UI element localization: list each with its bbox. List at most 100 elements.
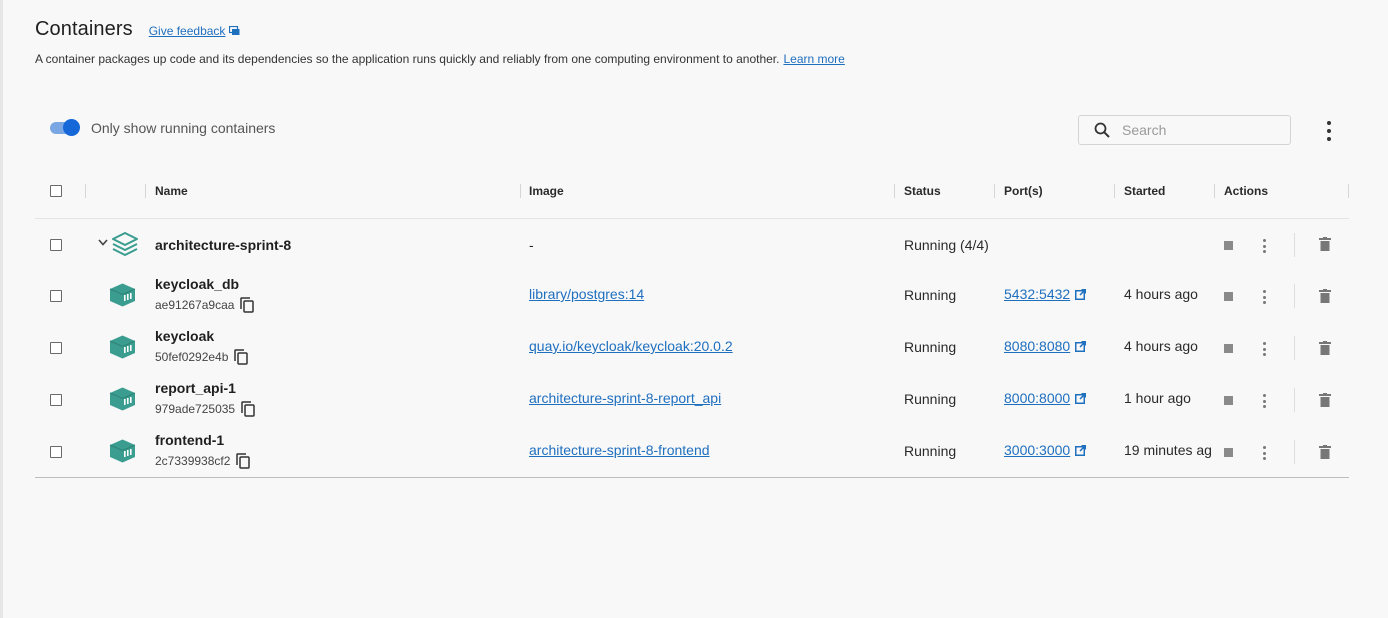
table-row[interactable]: report_api-1 979ade725035 architecture-s… — [35, 374, 1349, 426]
page-description: A container packages up code and its dep… — [35, 52, 845, 66]
container-started: 4 hours ago — [1124, 286, 1198, 302]
port-link[interactable]: 3000:3000 — [1004, 442, 1070, 458]
running-only-toggle[interactable] — [50, 119, 80, 136]
image-link[interactable]: architecture-sprint-8-report_api — [529, 390, 721, 406]
table-row[interactable]: keycloak 50fef0292e4b quay.io/keycloak/k… — [35, 322, 1349, 374]
search-box — [1078, 115, 1291, 145]
column-name[interactable]: Name — [155, 172, 188, 210]
container-id: 2c7339938cf2 — [155, 454, 231, 468]
image-link[interactable]: library/postgres:14 — [529, 286, 644, 302]
feedback-icon — [229, 26, 240, 35]
port-link[interactable]: 8080:8080 — [1004, 338, 1070, 354]
action-divider — [1294, 388, 1295, 412]
copy-icon[interactable] — [241, 401, 255, 417]
external-link-icon[interactable] — [1075, 340, 1087, 352]
column-divider — [894, 184, 895, 198]
trash-icon[interactable] — [1319, 289, 1331, 303]
stop-icon[interactable] — [1224, 241, 1233, 250]
container-started: 4 hours ago — [1124, 338, 1198, 354]
action-divider — [1294, 336, 1295, 360]
toggle-knob — [63, 119, 80, 136]
trash-icon[interactable] — [1319, 445, 1331, 459]
action-divider — [1294, 440, 1295, 464]
row-menu-icon[interactable] — [1262, 290, 1266, 304]
column-divider — [85, 184, 86, 198]
container-rows: keycloak_db ae91267a9caa library/postgre… — [35, 270, 1349, 478]
image-link[interactable]: quay.io/keycloak/keycloak:20.0.2 — [529, 338, 733, 354]
select-all-checkbox[interactable] — [50, 185, 62, 197]
window-edge — [0, 0, 3, 618]
copy-icon[interactable] — [234, 349, 249, 365]
row-checkbox[interactable] — [50, 290, 62, 302]
column-divider — [1214, 184, 1215, 198]
trash-icon[interactable] — [1319, 237, 1331, 251]
group-image: - — [529, 237, 534, 253]
group-name[interactable]: architecture-sprint-8 — [155, 237, 291, 253]
column-divider — [145, 184, 146, 198]
running-filter: Only show running containers — [50, 119, 276, 136]
running-only-label: Only show running containers — [91, 120, 276, 136]
stop-icon[interactable] — [1224, 344, 1233, 353]
container-name[interactable]: report_api-1 — [155, 380, 236, 396]
table-row[interactable]: keycloak_db ae91267a9caa library/postgre… — [35, 270, 1349, 322]
port-link[interactable]: 8000:8000 — [1004, 390, 1070, 406]
trash-icon[interactable] — [1319, 393, 1331, 407]
row-menu-icon[interactable] — [1262, 446, 1266, 460]
group-row[interactable]: architecture-sprint-8 - Running (4/4) — [35, 219, 1349, 270]
column-image[interactable]: Image — [529, 172, 564, 210]
give-feedback-label: Give feedback — [148, 24, 226, 38]
column-divider — [994, 184, 995, 198]
container-status: Running — [904, 443, 957, 459]
column-ports[interactable]: Port(s) — [1004, 172, 1043, 210]
image-link[interactable]: architecture-sprint-8-frontend — [529, 442, 710, 458]
copy-icon[interactable] — [240, 297, 255, 313]
table-row[interactable]: frontend-1 2c7339938cf2 architecture-spr… — [35, 426, 1349, 478]
trash-icon[interactable] — [1319, 341, 1331, 355]
select-all-cell — [50, 172, 62, 210]
row-menu-icon[interactable] — [1262, 394, 1266, 408]
column-divider — [520, 184, 521, 198]
container-id: 50fef0292e4b — [155, 350, 229, 364]
row-checkbox[interactable] — [50, 394, 62, 406]
row-menu-icon[interactable] — [1262, 239, 1266, 253]
container-icon — [109, 283, 136, 307]
container-status: Running — [904, 287, 957, 303]
column-actions: Actions — [1224, 184, 1269, 198]
row-menu-icon[interactable] — [1262, 342, 1266, 356]
column-divider — [1348, 184, 1349, 198]
stop-icon[interactable] — [1224, 396, 1233, 405]
learn-more-link[interactable]: Learn more — [783, 52, 844, 66]
container-icon — [109, 387, 136, 411]
external-link-icon[interactable] — [1075, 288, 1087, 300]
stop-icon[interactable] — [1224, 448, 1233, 457]
column-status[interactable]: Status — [904, 172, 941, 210]
row-checkbox[interactable] — [50, 239, 62, 251]
column-started[interactable]: Started — [1124, 172, 1165, 210]
container-name[interactable]: keycloak_db — [155, 276, 239, 292]
search-icon — [1094, 122, 1110, 138]
stack-icon — [112, 232, 138, 256]
container-icon — [109, 439, 136, 463]
container-name[interactable]: keycloak — [155, 328, 214, 344]
row-checkbox[interactable] — [50, 342, 62, 354]
container-name[interactable]: frontend-1 — [155, 432, 224, 448]
table-bottom-border — [35, 477, 1349, 478]
table-header: Name Image Status Port(s) Started Action… — [35, 172, 1349, 219]
container-status: Running — [904, 391, 957, 407]
stop-icon[interactable] — [1224, 292, 1233, 301]
description-text: A container packages up code and its dep… — [35, 52, 780, 66]
external-link-icon[interactable] — [1075, 392, 1087, 404]
container-icon — [109, 335, 136, 359]
give-feedback-link[interactable]: Give feedback — [149, 24, 241, 38]
container-status: Running — [904, 339, 957, 355]
search-input[interactable] — [1120, 121, 1274, 139]
row-checkbox[interactable] — [50, 446, 62, 458]
action-divider — [1294, 233, 1295, 257]
external-link-icon[interactable] — [1075, 444, 1087, 456]
container-started: 1 hour ago — [1124, 390, 1191, 406]
chevron-down-icon[interactable] — [98, 239, 108, 246]
more-options-icon[interactable] — [1320, 121, 1338, 141]
copy-icon[interactable] — [236, 453, 251, 469]
port-link[interactable]: 5432:5432 — [1004, 286, 1070, 302]
group-status: Running (4/4) — [904, 237, 989, 253]
